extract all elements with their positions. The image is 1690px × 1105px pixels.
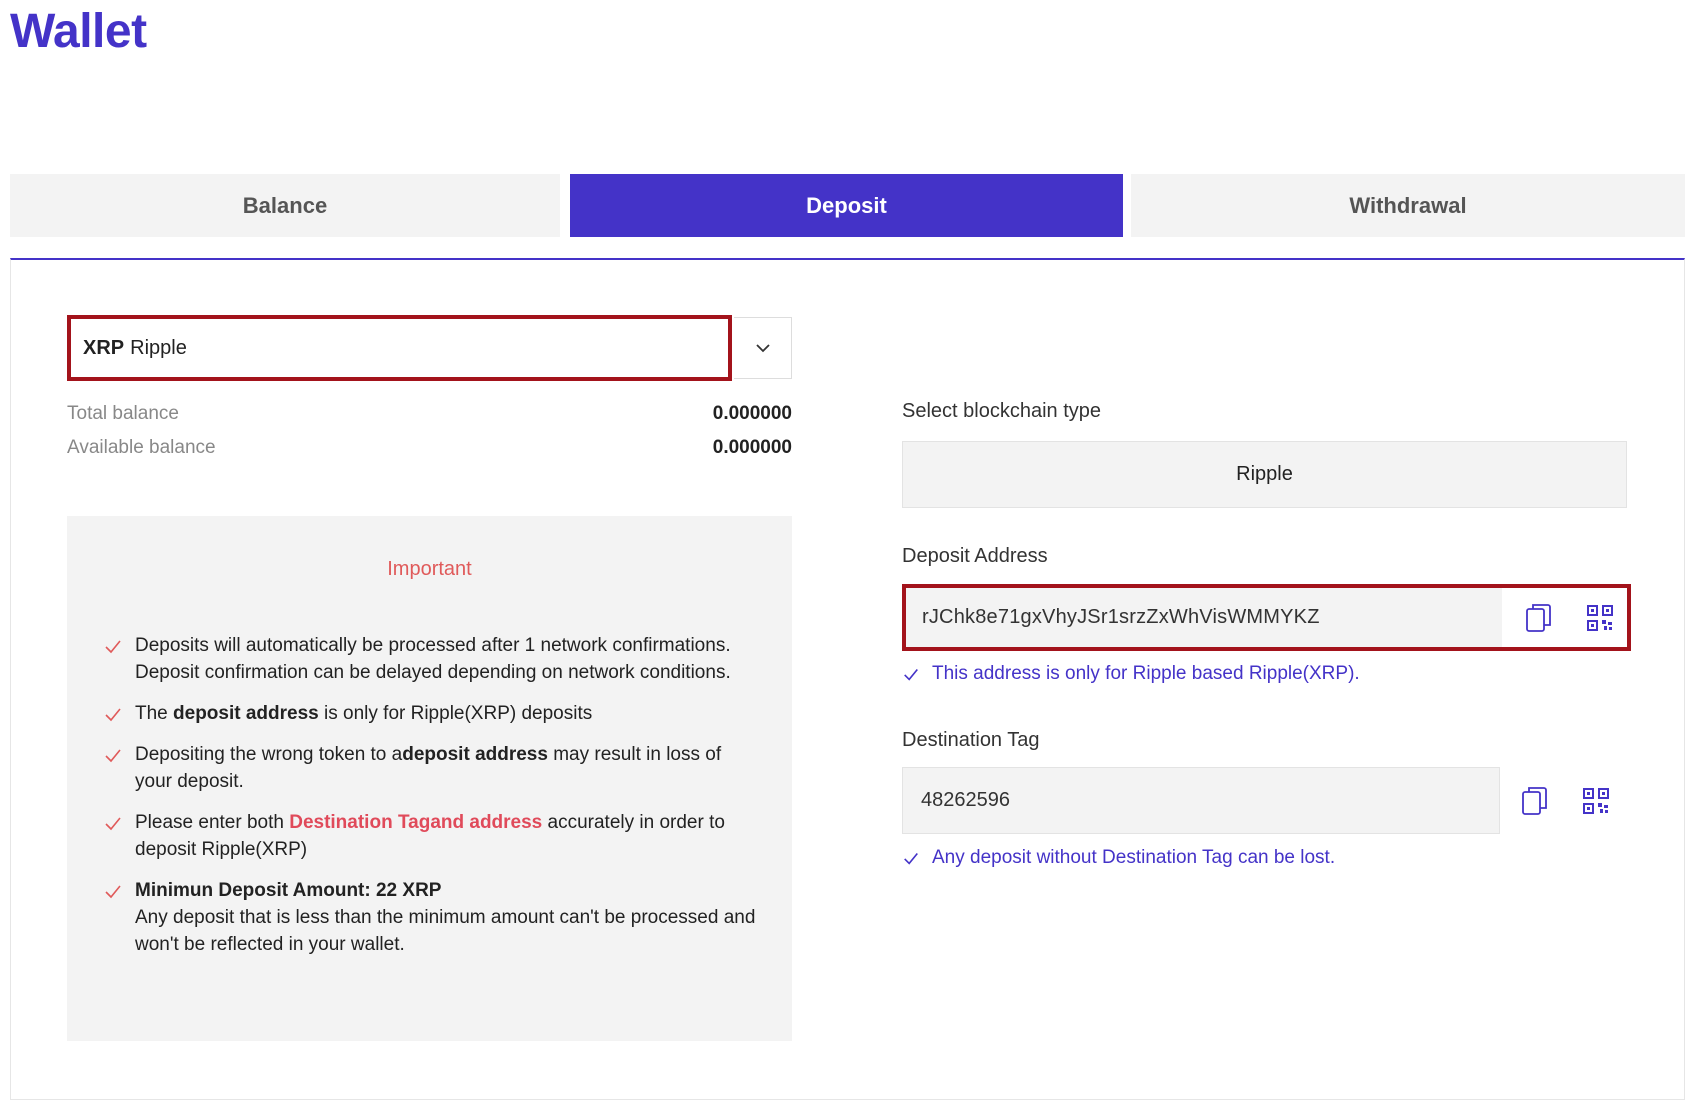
total-balance-row: Total balance 0.000000: [67, 400, 792, 428]
note-text: The: [135, 703, 174, 724]
copy-tag-button[interactable]: [1517, 783, 1553, 819]
list-item: Deposits will automatically be processed…: [103, 632, 763, 686]
total-balance-value: 0.000000: [712, 403, 792, 424]
check-icon: [105, 817, 121, 831]
qr-address-button[interactable]: [1582, 600, 1618, 636]
destination-tag-hint-text: Any deposit without Destination Tag can …: [932, 847, 1336, 868]
deposit-address-input[interactable]: rJChk8e71gxVhyJSr1srzZxWhVisWMMYKZ: [906, 588, 1502, 647]
check-icon: [904, 852, 918, 865]
note-text: Deposits will automatically be processed…: [135, 635, 731, 683]
coin-select[interactable]: XRP Ripple: [67, 315, 732, 381]
notice-list: Deposits will automatically be processed…: [103, 632, 763, 972]
coin-name: Ripple: [130, 336, 187, 359]
check-icon: [105, 708, 121, 722]
destination-tag-label: Destination Tag: [902, 729, 1040, 751]
available-balance-label: Available balance: [67, 437, 216, 458]
check-icon: [105, 749, 121, 763]
destination-tag-hint: Any deposit without Destination Tag can …: [902, 847, 1335, 869]
available-balance-row: Available balance 0.000000: [67, 434, 792, 462]
wallet-tabs: Balance Deposit Withdrawal: [10, 174, 1685, 237]
important-title: Important: [387, 558, 472, 580]
copy-icon: [1526, 604, 1551, 632]
note-highlight: Destination Tagand address: [289, 812, 543, 833]
deposit-address-hint-text: This address is only for Ripple based Ri…: [932, 663, 1360, 684]
tab-withdrawal[interactable]: Withdrawal: [1131, 174, 1685, 237]
check-icon: [105, 640, 121, 654]
list-item: Depositing the wrong token to adeposit a…: [103, 741, 763, 795]
copy-address-button[interactable]: [1521, 600, 1557, 636]
note-text: Depositing the wrong token to a: [135, 744, 403, 765]
qr-tag-button[interactable]: [1578, 783, 1614, 819]
coin-dropdown-button[interactable]: [734, 317, 792, 379]
important-notice: Important Deposits will automatically be…: [67, 516, 792, 1041]
blockchain-type-select[interactable]: Ripple: [902, 441, 1627, 508]
check-icon: [105, 885, 121, 899]
note-bold: deposit address: [402, 744, 548, 765]
tab-deposit[interactable]: Deposit: [570, 174, 1123, 237]
destination-tag-input[interactable]: 48262596: [902, 767, 1500, 834]
note-text: Any deposit that is less than the minimu…: [135, 907, 756, 955]
available-balance-value: 0.000000: [712, 437, 792, 458]
list-item: Please enter both Destination Tagand add…: [103, 809, 763, 863]
blockchain-type-label: Select blockchain type: [902, 400, 1102, 422]
note-text: Please enter both: [135, 812, 290, 833]
deposit-address-label: Deposit Address: [902, 545, 1048, 567]
coin-symbol: XRP: [83, 336, 125, 359]
copy-icon: [1522, 787, 1547, 815]
page-title: Wallet: [10, 5, 147, 58]
note-bold: deposit address: [173, 703, 319, 724]
note-text: is only for Ripple(XRP) deposits: [318, 703, 593, 724]
deposit-address-field: rJChk8e71gxVhyJSr1srzZxWhVisWMMYKZ: [902, 584, 1631, 651]
tab-balance[interactable]: Balance: [10, 174, 560, 237]
qr-code-icon: [1587, 605, 1613, 631]
deposit-address-hint: This address is only for Ripple based Ri…: [902, 663, 1360, 685]
chevron-down-icon: [755, 344, 770, 353]
note-bold: Minimun Deposit Amount: 22 XRP: [135, 880, 442, 901]
total-balance-label: Total balance: [67, 403, 179, 424]
list-item: Minimun Deposit Amount: 22 XRP Any depos…: [103, 877, 763, 958]
list-item: The deposit address is only for Ripple(X…: [103, 700, 763, 727]
qr-code-icon: [1583, 788, 1609, 814]
check-icon: [904, 668, 918, 681]
